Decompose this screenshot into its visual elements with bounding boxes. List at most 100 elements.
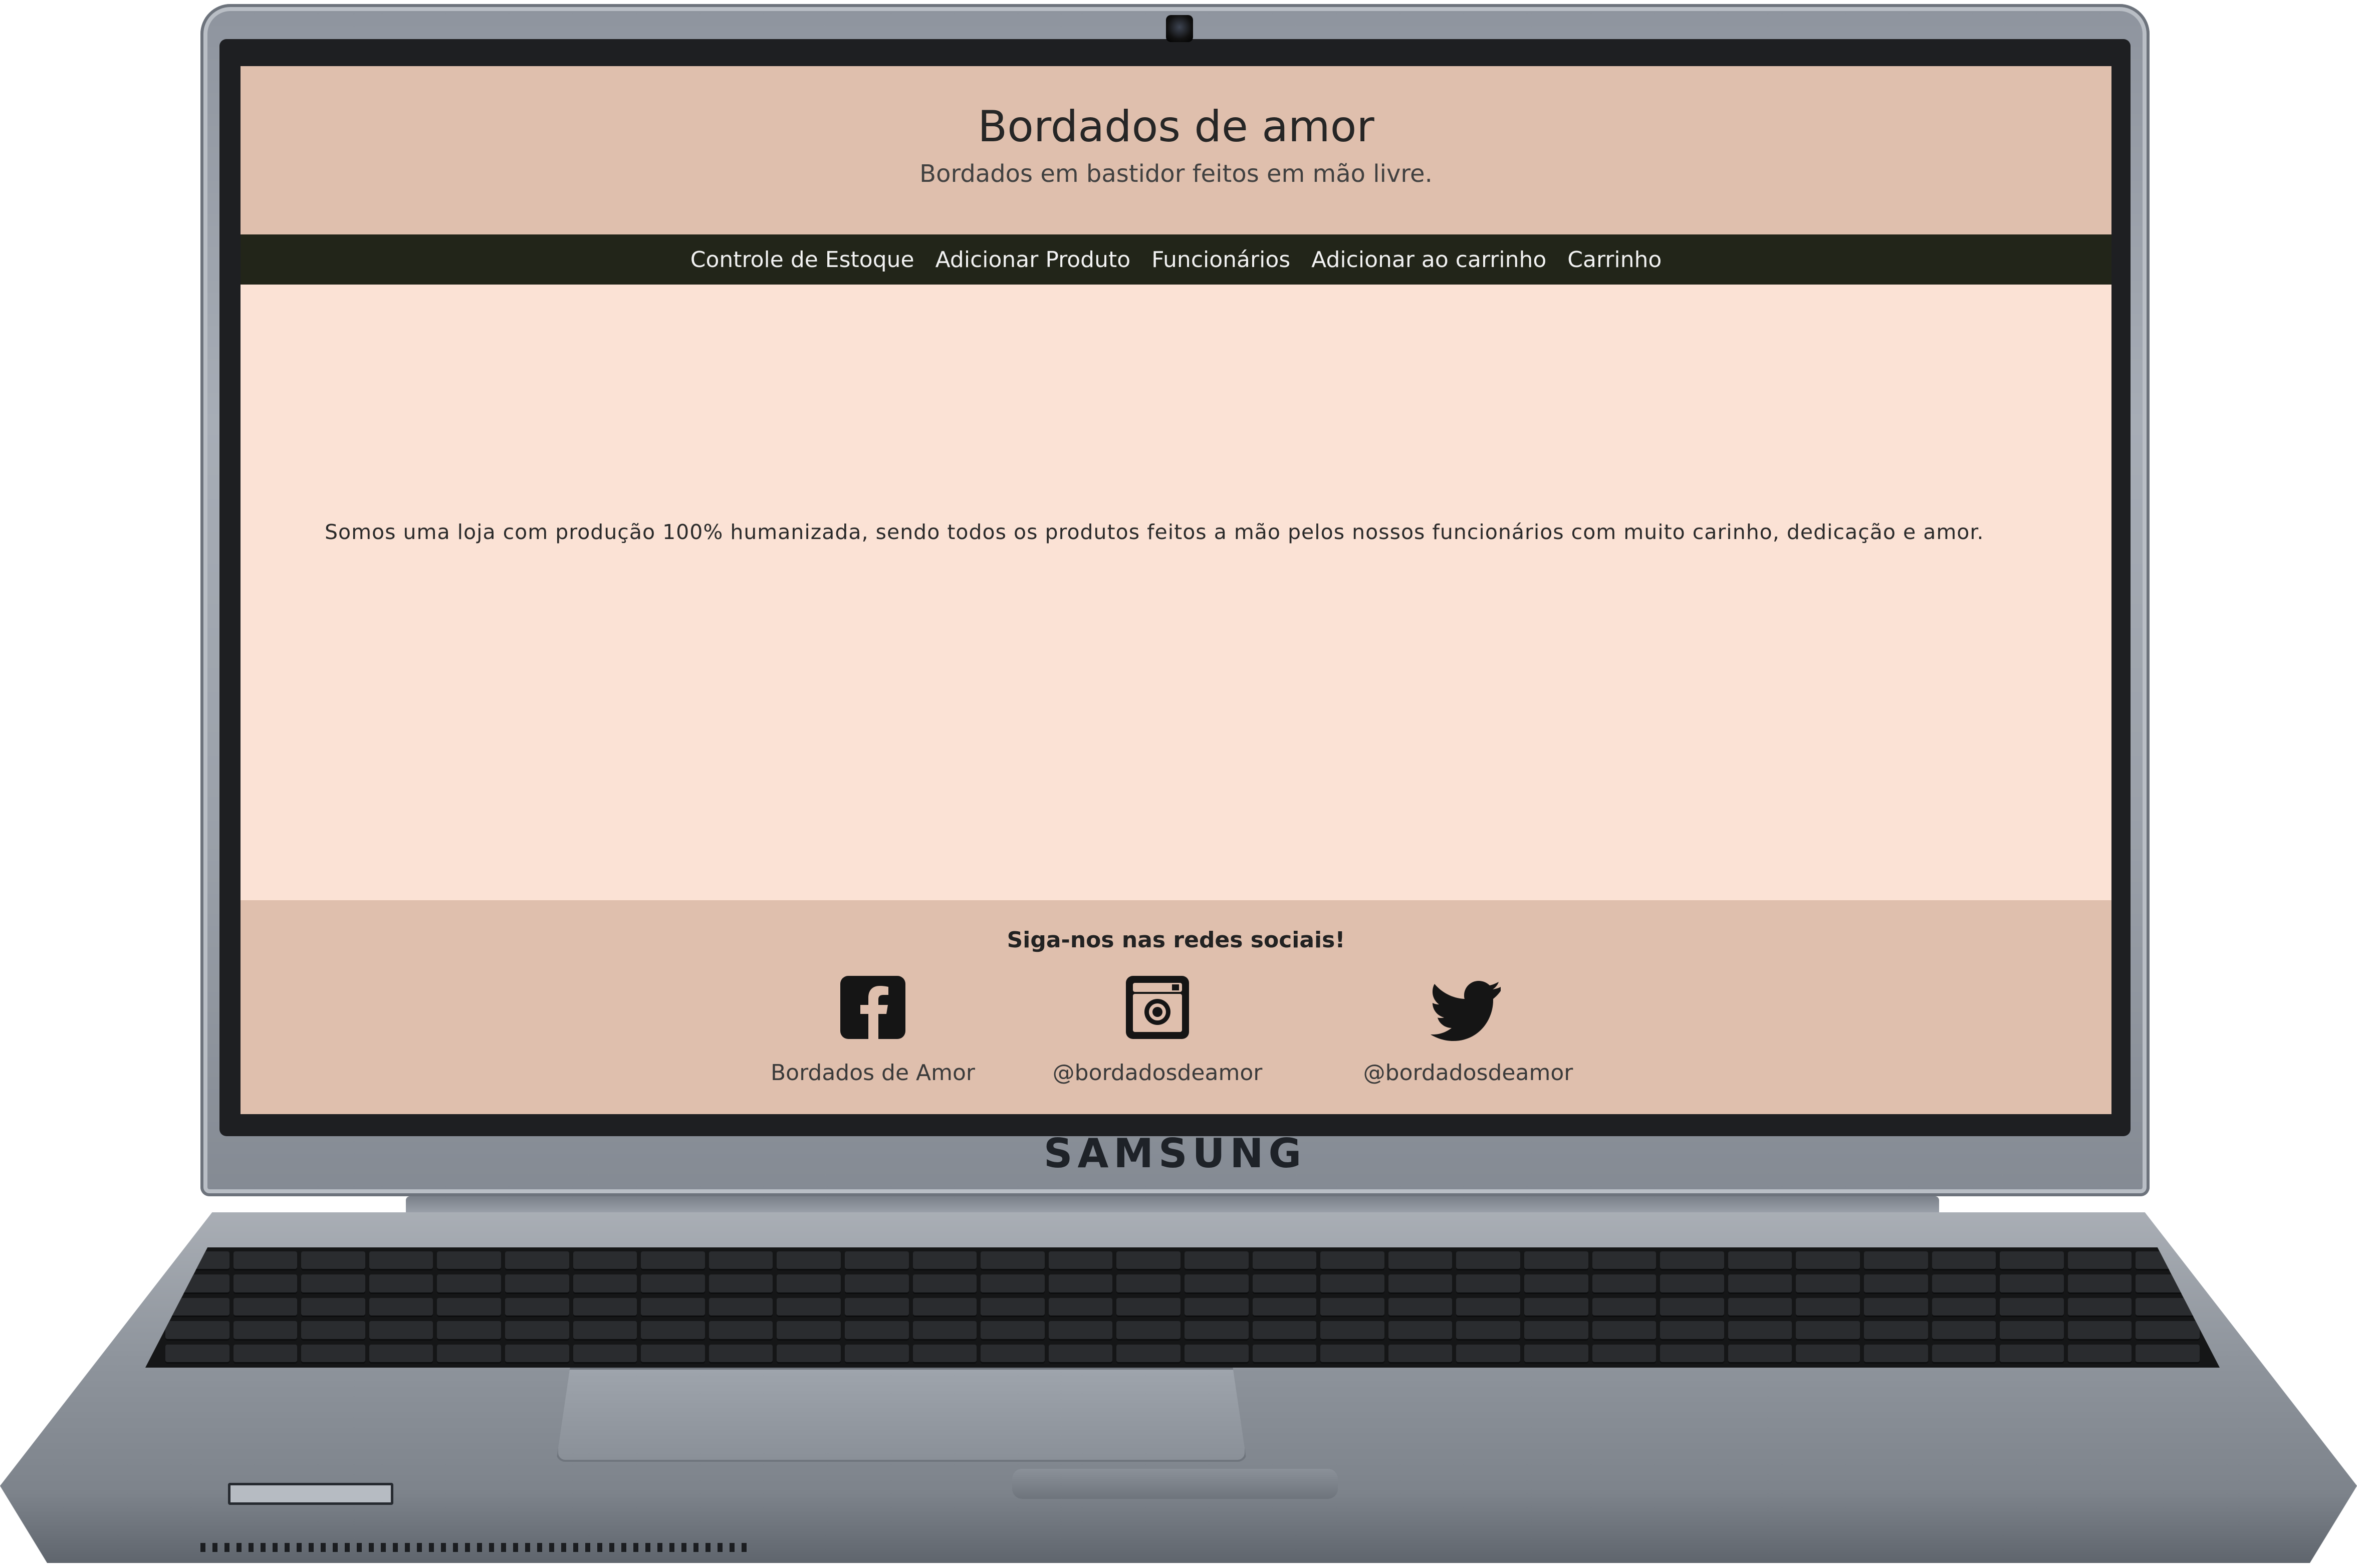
keyboard-key: [1184, 1321, 1249, 1341]
webcam-icon: [1166, 15, 1193, 42]
keyboard-key: [1932, 1251, 1996, 1271]
keyboard-key: [1456, 1274, 1520, 1294]
keyboard-key: [1184, 1274, 1249, 1294]
keyboard-key: [641, 1274, 705, 1294]
keyboard-key: [844, 1297, 909, 1318]
facebook-icon: [840, 976, 905, 1039]
keyboard-key: [1524, 1344, 1588, 1364]
social-link-instagram[interactable]: @bordadosdeamor: [1027, 976, 1288, 1086]
keyboard-key: [505, 1321, 569, 1341]
main-content: Somos uma loja com produção 100% humaniz…: [241, 305, 2111, 900]
keyboard-key: [2067, 1274, 2132, 1294]
keyboard-key: [1796, 1274, 1860, 1294]
keyboard-key: [709, 1251, 773, 1271]
keyboard-key: [505, 1274, 569, 1294]
keyboard-key: [1388, 1321, 1453, 1341]
keyboard-key: [777, 1344, 841, 1364]
keyboard-key: [2000, 1321, 2064, 1341]
keyboard-key: [2136, 1344, 2200, 1364]
keyboard-key: [1932, 1274, 1996, 1294]
keyboard-key: [1048, 1251, 1113, 1271]
keyboard-key: [1320, 1344, 1384, 1364]
keyboard-key: [1592, 1321, 1657, 1341]
social-label-twitter: @bordadosdeamor: [1363, 1060, 1573, 1086]
keyboard-key: [233, 1251, 298, 1271]
card-slot: [228, 1483, 393, 1505]
keyboard-key: [1320, 1274, 1384, 1294]
site-subtitle: Bordados em bastidor feitos em mão livre…: [919, 159, 1433, 188]
keyboard-key: [1388, 1274, 1453, 1294]
keyboard-key: [1456, 1251, 1520, 1271]
keyboard-key: [437, 1251, 501, 1271]
keyboard-key: [2000, 1297, 2064, 1318]
keyboard-key: [1932, 1297, 1996, 1318]
keyboard-key: [505, 1297, 569, 1318]
keyboard-key: [641, 1321, 705, 1341]
social-links: Bordados de Amor @bordadosdeamor @bordad…: [241, 953, 2111, 1103]
keyboard-key: [709, 1274, 773, 1294]
keyboard-key: [912, 1321, 977, 1341]
keyboard-key: [1796, 1251, 1860, 1271]
keyboard-key: [844, 1344, 909, 1364]
keyboard-key: [1728, 1274, 1792, 1294]
keyboard-key: [1863, 1344, 1928, 1364]
nav-link-controle-de-estoque[interactable]: Controle de Estoque: [690, 247, 914, 273]
keyboard-key: [1660, 1297, 1724, 1318]
social-link-facebook[interactable]: Bordados de Amor: [743, 976, 1003, 1086]
keyboard-key: [641, 1251, 705, 1271]
keyboard-key: [369, 1251, 433, 1271]
keyboard-key: [437, 1274, 501, 1294]
keyboard-key: [777, 1251, 841, 1271]
keyboard-key: [1252, 1344, 1317, 1364]
keyboard-key: [844, 1274, 909, 1294]
keyboard-key: [369, 1321, 433, 1341]
laptop-screen: Bordados de amor Bordados em bastidor fe…: [241, 66, 2111, 1114]
keyboard-key: [1592, 1251, 1657, 1271]
keyboard-key: [1863, 1297, 1928, 1318]
keyboard-key: [912, 1274, 977, 1294]
laptop-touchpad: [556, 1368, 1247, 1462]
keyboard-key: [1728, 1344, 1792, 1364]
nav-link-adicionar-ao-carrinho[interactable]: Adicionar ao carrinho: [1311, 247, 1546, 273]
keyboard-key: [1660, 1344, 1724, 1364]
nav-link-carrinho[interactable]: Carrinho: [1567, 247, 1662, 273]
keyboard-key: [2067, 1251, 2132, 1271]
keyboard-key: [437, 1321, 501, 1341]
keyboard-key: [233, 1297, 298, 1318]
keyboard-key: [1116, 1274, 1181, 1294]
nav-link-funcionarios[interactable]: Funcionários: [1151, 247, 1290, 273]
keyboard-key: [1524, 1251, 1588, 1271]
keyboard-key: [1728, 1321, 1792, 1341]
keyboard-key: [981, 1344, 1045, 1364]
twitter-icon: [1431, 981, 1501, 1041]
laptop-brand-logo: SAMSUNG: [1043, 1130, 1307, 1177]
keyboard-key: [1184, 1344, 1249, 1364]
nav-link-adicionar-produto[interactable]: Adicionar Produto: [935, 247, 1131, 273]
keyboard-key: [1048, 1297, 1113, 1318]
keyboard-key: [1863, 1321, 1928, 1341]
keyboard-key: [777, 1321, 841, 1341]
keyboard-key: [2000, 1344, 2064, 1364]
keyboard-key: [1320, 1297, 1384, 1318]
keyboard-key: [1796, 1321, 1860, 1341]
keyboard-key: [1524, 1297, 1588, 1318]
keyboard-key: [1184, 1251, 1249, 1271]
keyboard-key: [777, 1297, 841, 1318]
keyboard-key: [1116, 1251, 1181, 1271]
site-footer: Siga-nos nas redes sociais! Bordados de …: [241, 900, 2111, 1114]
keyboard-key: [369, 1297, 433, 1318]
keyboard-key: [844, 1321, 909, 1341]
social-link-twitter[interactable]: @bordadosdeamor: [1338, 976, 1598, 1086]
keyboard-key: [301, 1251, 365, 1271]
social-label-facebook: Bordados de Amor: [770, 1060, 976, 1086]
keyboard-key: [301, 1274, 365, 1294]
instagram-icon: [1126, 976, 1189, 1039]
keyboard-key: [1116, 1321, 1181, 1341]
keyboard-key: [573, 1344, 637, 1364]
keyboard-key: [709, 1297, 773, 1318]
social-heading: Siga-nos nas redes sociais!: [1007, 927, 1345, 953]
keyboard-key: [709, 1321, 773, 1341]
keyboard-key: [369, 1274, 433, 1294]
keyboard-key: [1252, 1251, 1317, 1271]
keyboard-key: [1252, 1274, 1317, 1294]
